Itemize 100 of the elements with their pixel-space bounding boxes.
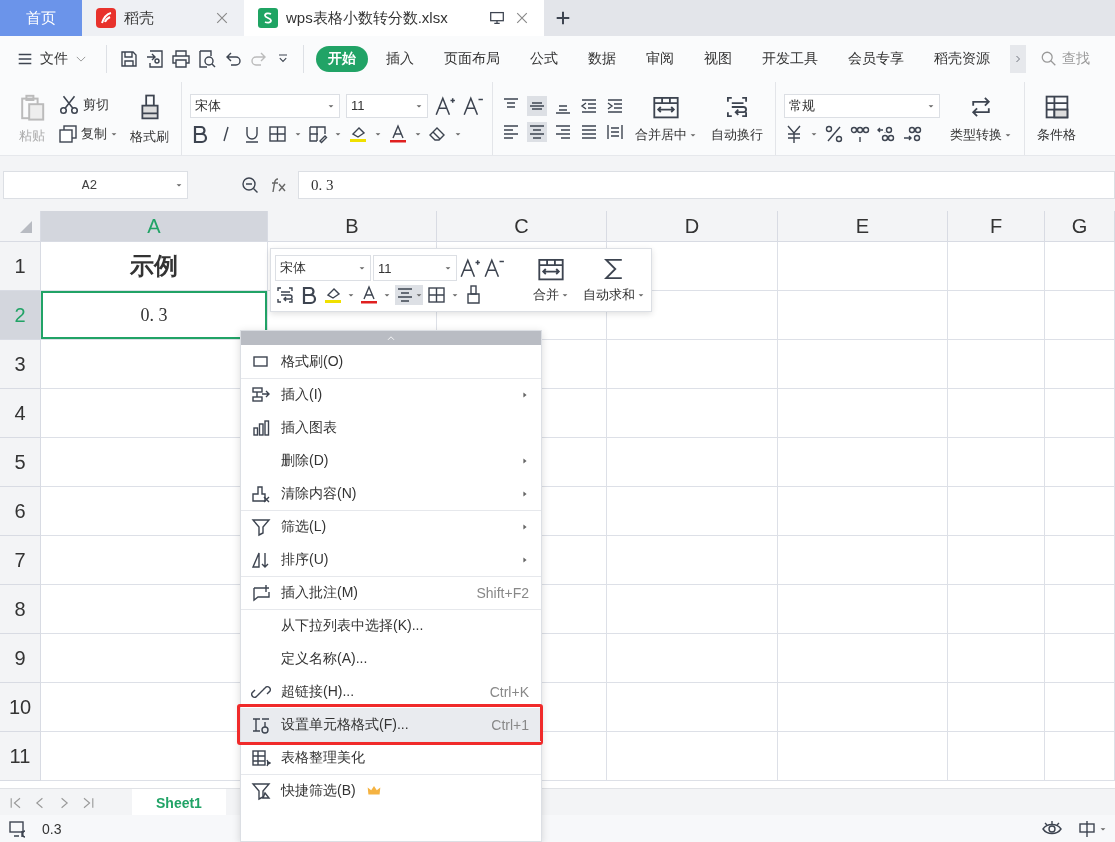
column-header[interactable]: E — [778, 211, 948, 242]
font-size-select[interactable]: 11 — [346, 93, 428, 118]
font-select[interactable]: 宋体 — [275, 255, 371, 281]
save-icon[interactable] — [119, 49, 139, 69]
cell-reference-field[interactable]: A2 — [3, 171, 188, 199]
ribbon-tab[interactable]: 公式 — [518, 46, 570, 72]
close-icon[interactable] — [214, 10, 230, 26]
monitor-icon[interactable] — [488, 9, 506, 27]
cut-button[interactable]: 剪切 — [56, 92, 120, 117]
table-cell[interactable] — [607, 340, 778, 389]
menu-item[interactable]: 插入批注(M) Shift+F2 — [241, 576, 541, 609]
file-menu[interactable]: 文件 — [10, 49, 94, 69]
table-cell[interactable] — [778, 634, 948, 683]
table-cell[interactable] — [948, 536, 1045, 585]
menu-item[interactable]: 设置单元格格式(F)... Ctrl+1 — [241, 708, 541, 741]
row-header[interactable]: 9 — [0, 634, 41, 683]
table-cell[interactable] — [948, 438, 1045, 487]
copy-button[interactable]: 复制 — [56, 122, 120, 145]
number-format-select[interactable]: 常规 — [784, 93, 940, 118]
table-cell[interactable] — [1045, 438, 1115, 487]
decrease-font-icon[interactable] — [462, 94, 484, 117]
ribbon-tab[interactable]: 会员专享 — [836, 46, 916, 72]
input-method-icon[interactable] — [1077, 818, 1097, 839]
menu-item[interactable]: 超链接(H)... Ctrl+K — [241, 675, 541, 708]
font-size-select[interactable]: 11 — [373, 255, 457, 281]
table-cell[interactable] — [607, 438, 778, 487]
wrap-text-button[interactable]: 自动换行 — [707, 91, 767, 146]
row-header[interactable]: 3 — [0, 340, 41, 389]
ribbon-tab[interactable]: 页面布局 — [432, 46, 512, 72]
formula-input[interactable]: 0. 3 — [298, 171, 1115, 199]
menu-item[interactable]: 表格整理美化 — [241, 741, 541, 774]
borders-icon[interactable] — [427, 285, 447, 305]
row-header[interactable]: 5 — [0, 438, 41, 487]
menu-item[interactable]: 插入图表 — [241, 411, 541, 444]
table-cell[interactable] — [948, 242, 1045, 291]
table-cell[interactable] — [948, 585, 1045, 634]
table-cell[interactable] — [1045, 585, 1115, 634]
table-cell[interactable] — [1045, 291, 1115, 340]
table-cell[interactable] — [948, 487, 1045, 536]
autosum-button[interactable]: 自动求和 — [579, 254, 649, 306]
row-header[interactable]: 1 — [0, 242, 41, 291]
table-cell[interactable] — [1045, 683, 1115, 732]
table-cell[interactable] — [778, 438, 948, 487]
row-header[interactable]: 4 — [0, 389, 41, 438]
close-icon[interactable] — [514, 10, 530, 26]
menu-item[interactable]: 定义名称(A)... — [241, 642, 541, 675]
wrap-text-icon[interactable] — [275, 285, 295, 305]
print-preview-icon[interactable] — [197, 49, 217, 69]
table-cell[interactable] — [1045, 340, 1115, 389]
ribbon-tab[interactable]: 插入 — [374, 46, 426, 72]
type-convert-button[interactable]: 类型转换 — [946, 91, 1016, 146]
fill-color-icon[interactable] — [323, 285, 343, 305]
table-cell[interactable] — [1045, 536, 1115, 585]
table-cell[interactable] — [607, 487, 778, 536]
conditional-format-button[interactable]: 条件格 — [1033, 91, 1080, 146]
table-cell[interactable] — [778, 585, 948, 634]
menu-item[interactable]: 快捷筛选(B) — [241, 774, 541, 807]
column-header[interactable]: G — [1045, 211, 1115, 242]
table-cell[interactable] — [948, 732, 1045, 781]
table-cell[interactable] — [607, 389, 778, 438]
row-header[interactable]: 8 — [0, 585, 41, 634]
merge-button[interactable]: 合并 — [529, 254, 573, 306]
table-cell[interactable] — [778, 487, 948, 536]
font-select[interactable]: 宋体 — [190, 93, 340, 118]
table-cell[interactable] — [778, 536, 948, 585]
table-cell[interactable] — [607, 732, 778, 781]
row-header[interactable]: 11 — [0, 732, 41, 781]
table-cell[interactable] — [778, 291, 948, 340]
column-header[interactable]: F — [948, 211, 1045, 242]
row-header[interactable]: 6 — [0, 487, 41, 536]
table-cell[interactable] — [778, 340, 948, 389]
menu-item[interactable]: 清除内容(N) — [241, 477, 541, 510]
table-cell[interactable] — [948, 291, 1045, 340]
document-tab[interactable]: wps表格小数转分数.xlsx — [244, 0, 544, 36]
ribbon-tab[interactable]: 审阅 — [634, 46, 686, 72]
document-tab[interactable]: 稻壳 — [82, 0, 244, 36]
table-cell[interactable] — [948, 683, 1045, 732]
column-header[interactable]: B — [268, 211, 437, 242]
table-cell[interactable] — [1045, 389, 1115, 438]
table-cell[interactable] — [948, 389, 1045, 438]
decrease-font-icon[interactable] — [483, 257, 505, 279]
menu-item[interactable]: 删除(D) — [241, 444, 541, 477]
table-cell[interactable] — [1045, 487, 1115, 536]
table-cell[interactable] — [778, 242, 948, 291]
increase-font-icon[interactable] — [434, 94, 456, 117]
align-center-icon[interactable] — [395, 285, 415, 305]
format-painter-button[interactable]: 格式刷 — [126, 89, 173, 148]
macro-icon[interactable] — [8, 818, 28, 839]
table-cell[interactable] — [778, 683, 948, 732]
font-color-icon[interactable] — [359, 285, 379, 305]
ribbon-tab[interactable]: 开发工具 — [750, 46, 830, 72]
table-cell[interactable]: 示例 — [41, 242, 268, 291]
percent-icon[interactable] — [824, 123, 844, 144]
row-header[interactable]: 10 — [0, 683, 41, 732]
ribbon-tab[interactable]: 数据 — [576, 46, 628, 72]
merge-center-button[interactable]: 合并居中 — [631, 91, 701, 146]
ribbon-tab[interactable]: 稻壳资源 — [922, 46, 1002, 72]
print-icon[interactable] — [171, 49, 191, 69]
export-icon[interactable] — [145, 49, 165, 69]
table-cell[interactable] — [1045, 242, 1115, 291]
